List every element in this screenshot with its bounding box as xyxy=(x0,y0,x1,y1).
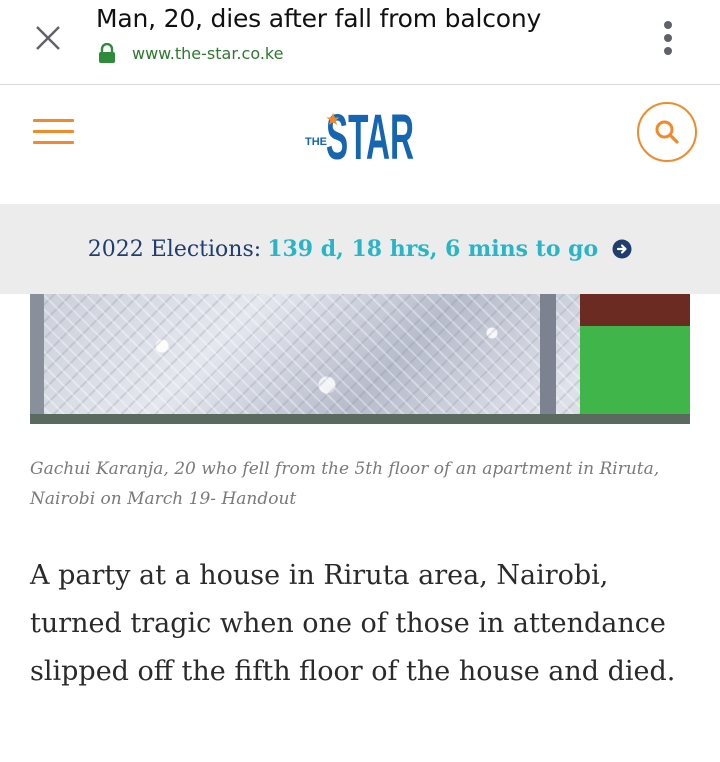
site-logo[interactable]: STAR THE xyxy=(304,99,418,173)
photo-caption: Gachui Karanja, 20 who fell from the 5th… xyxy=(30,459,660,509)
arrow-right-circle-icon[interactable] xyxy=(612,239,632,259)
close-icon xyxy=(36,26,60,50)
article-body-paragraph: A party at a house in Riruta area, Nairo… xyxy=(30,560,676,687)
close-tab-button[interactable] xyxy=(30,20,66,56)
url-text: www.the-star.co.ke xyxy=(132,43,284,63)
article-photo xyxy=(30,294,690,424)
site-header: STAR THE xyxy=(0,85,720,204)
browser-menu-button[interactable] xyxy=(650,16,686,60)
election-label: 2022 Elections: xyxy=(87,236,262,262)
hamburger-icon[interactable] xyxy=(33,117,75,147)
more-vert-icon xyxy=(664,21,672,55)
browser-toolbar: Man, 20, dies after fall from balcony ww… xyxy=(0,0,720,85)
logo-main-text: STAR xyxy=(326,101,414,165)
search-button[interactable] xyxy=(637,102,697,162)
search-icon xyxy=(655,120,679,144)
election-countdown-banner[interactable]: 2022 Elections: 139 d, 18 hrs, 6 mins to… xyxy=(0,204,720,294)
election-countdown-link[interactable]: 139 d, 18 hrs, 6 mins to go xyxy=(267,236,598,262)
logo-small-text: THE xyxy=(305,136,327,148)
page-title: Man, 20, dies after fall from balcony xyxy=(96,4,542,33)
lock-icon xyxy=(99,43,115,63)
url-bar[interactable]: www.the-star.co.ke xyxy=(98,41,283,65)
